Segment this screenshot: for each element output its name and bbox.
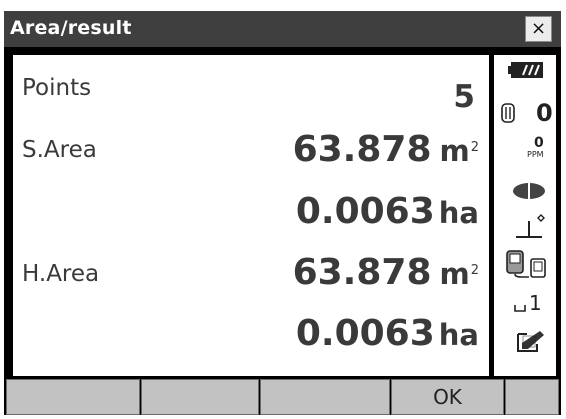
s-area-label: S.Area (22, 137, 97, 163)
s-area-m2-sup: 2 (470, 139, 479, 155)
title-bar: Area/result × (4, 11, 561, 47)
space-key-icon (514, 305, 526, 312)
h-area-m2-unit: m (439, 257, 470, 291)
s-area-ha-unit: ha (438, 196, 479, 230)
points-value: 5 (453, 79, 475, 115)
softkey-5[interactable] (505, 379, 559, 415)
status-bar: 0 0 PPM 1 (494, 55, 556, 376)
h-area-ha-number: 0.0063 (295, 313, 435, 354)
h-area-ha-unit: ha (438, 318, 479, 352)
close-button[interactable]: × (525, 16, 552, 42)
prism-constant-value: 0 (536, 99, 553, 127)
h-area-m2-value: 63.878 m2 (293, 252, 479, 293)
softkey-1[interactable] (6, 379, 140, 415)
prism-icon (501, 103, 515, 123)
tilt-icon (516, 214, 545, 238)
ppm-unit: PPM (527, 150, 544, 159)
softkey-bar: OK (4, 379, 561, 415)
window-title: Area/result (10, 17, 132, 39)
input-mode-icon: 1 (514, 291, 548, 319)
communication-icon (506, 250, 546, 278)
ok-button[interactable]: OK (391, 379, 504, 415)
s-area-m2-number: 63.878 (292, 129, 432, 170)
instrument-screen: Area/result × Points 5 S.Area 63.878 m2 0… (4, 11, 561, 415)
s-area-ha-value: 0.0063 ha (296, 191, 479, 232)
s-area-m2-unit: m (439, 134, 470, 168)
ppm-value: 0 (534, 135, 544, 151)
softkey-3[interactable] (260, 379, 390, 415)
edit-icon (517, 331, 544, 352)
h-area-label: H.Area (22, 261, 100, 287)
s-area-m2-value: 63.878 m2 (293, 129, 479, 170)
h-area-m2-sup: 2 (470, 262, 479, 278)
s-area-ha-number: 0.0063 (295, 191, 435, 232)
h-area-m2-number: 63.878 (292, 252, 432, 293)
battery-icon (508, 62, 543, 78)
points-label: Points (22, 75, 92, 101)
h-area-ha-value: 0.0063 ha (296, 313, 479, 354)
input-mode-value: 1 (529, 291, 542, 315)
ppm-icon: 0 PPM (526, 135, 554, 159)
result-panel: Points 5 S.Area 63.878 m2 0.0063 ha H.Area… (13, 55, 489, 376)
softkey-2[interactable] (141, 379, 259, 415)
laser-icon (513, 182, 545, 200)
